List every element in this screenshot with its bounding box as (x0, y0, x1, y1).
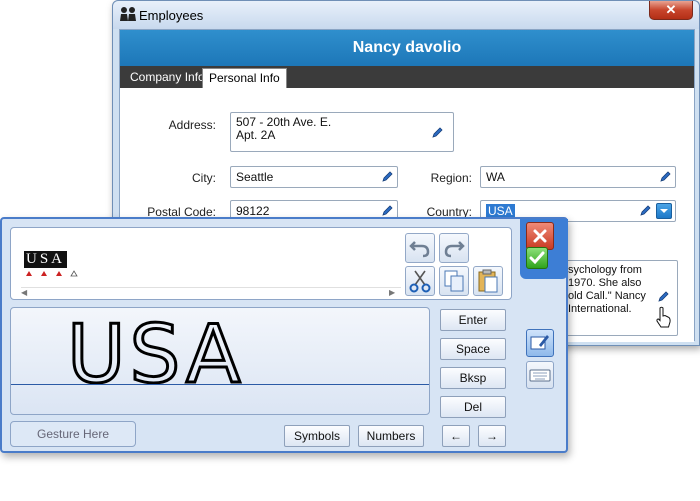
correction-markers (26, 270, 78, 277)
window-title: Employees (139, 8, 204, 23)
city-field[interactable]: Seattle (230, 166, 398, 188)
left-arrow-button[interactable]: ← (442, 425, 470, 447)
handwriting-stroke: USA (67, 308, 245, 401)
accept-icon (529, 251, 545, 265)
notes-line: 1970. She also (568, 277, 642, 289)
hand-cursor-icon (656, 306, 671, 328)
window-titlebar[interactable]: Employees ✕ (113, 1, 699, 29)
ink-mode-icon (530, 335, 549, 350)
redo-icon (444, 241, 465, 258)
close-icon: ✕ (665, 2, 677, 17)
horizontal-scrollbar[interactable]: ◀ ▶ (21, 287, 401, 299)
scroll-right-icon[interactable]: ▶ (389, 288, 395, 297)
pencil-icon[interactable] (656, 290, 670, 304)
pencil-icon[interactable] (430, 126, 444, 140)
writing-canvas[interactable]: USA (10, 307, 430, 415)
address-line-2: Apt. 2A (236, 128, 276, 142)
cancel-icon (533, 229, 547, 243)
accept-button[interactable] (526, 247, 548, 269)
ink-mode-button[interactable] (526, 329, 554, 357)
address-field[interactable]: 507 - 20th Ave. E. Apt. 2A (230, 112, 454, 152)
handwriting-ink: USA (66, 308, 245, 403)
region-label: Region: (430, 171, 472, 185)
scroll-left-icon[interactable]: ◀ (21, 288, 27, 297)
symbols-button[interactable]: Symbols (284, 425, 350, 447)
employees-icon (120, 7, 136, 21)
pencil-icon[interactable] (380, 204, 394, 218)
handwriting-panel: USA ◀ ▶ USA Enter Space Bksp Del Gesture… (0, 217, 568, 453)
employee-header: Nancy davolio (120, 30, 694, 66)
tab-personal-info[interactable]: Personal Info (202, 68, 287, 88)
undo-button[interactable] (405, 233, 435, 263)
numbers-button[interactable]: Numbers (358, 425, 424, 447)
tab-strip: Company Info Personal Info (120, 66, 694, 88)
recognized-text-box[interactable]: USA ◀ ▶ (10, 227, 512, 300)
backspace-button[interactable]: Bksp (440, 367, 506, 389)
employee-name: Nancy davolio (352, 39, 462, 56)
writing-baseline (11, 384, 429, 385)
notes-line: International. (568, 303, 632, 315)
notes-line: sychology from (568, 264, 642, 276)
redo-button[interactable] (439, 233, 469, 263)
keyboard-mode-button[interactable] (526, 361, 554, 389)
country-value: USA (486, 204, 515, 218)
right-arrow-button[interactable]: → (478, 425, 506, 447)
copy-icon (444, 270, 464, 292)
pencil-icon[interactable] (380, 170, 394, 184)
delete-button[interactable]: Del (440, 396, 506, 418)
cut-icon (409, 270, 431, 293)
cut-button[interactable] (405, 266, 435, 296)
keyboard-icon (529, 369, 551, 382)
chevron-down-icon (660, 209, 668, 213)
space-button[interactable]: Space (440, 338, 506, 360)
city-label: City: (192, 171, 216, 185)
region-field[interactable]: WA (480, 166, 676, 188)
address-label: Address: (168, 118, 216, 132)
notes-text: sychology from 1970. She also old Call."… (568, 264, 658, 316)
recognized-text: USA (24, 251, 68, 268)
pencil-icon[interactable] (658, 170, 672, 184)
undo-icon (409, 241, 430, 258)
close-button[interactable]: ✕ (649, 1, 693, 20)
notes-line: old Call." Nancy (568, 290, 646, 302)
cancel-button[interactable] (526, 222, 554, 250)
recognized-area: USA (17, 234, 397, 277)
pencil-icon[interactable] (638, 204, 652, 218)
paste-button[interactable] (473, 266, 503, 296)
dropdown-button[interactable] (656, 203, 672, 219)
tab-company-info[interactable]: Company Info (124, 68, 211, 88)
copy-button[interactable] (439, 266, 469, 296)
paste-icon (478, 269, 498, 293)
enter-button[interactable]: Enter (440, 309, 506, 331)
gesture-area[interactable]: Gesture Here (10, 421, 136, 447)
